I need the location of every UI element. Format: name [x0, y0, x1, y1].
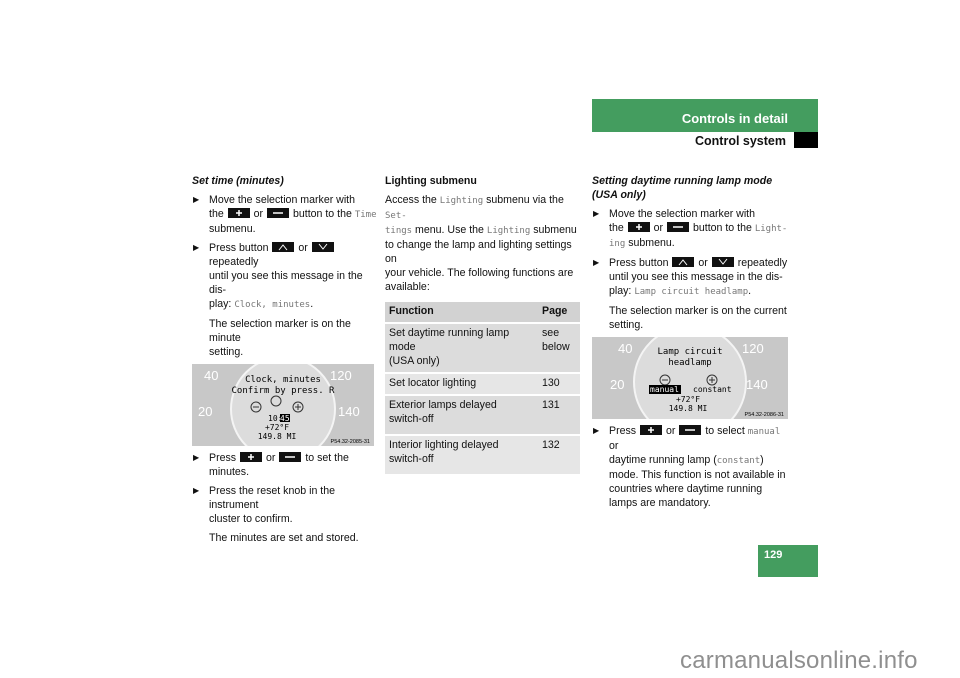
- section-tab-marker: [794, 132, 818, 148]
- svg-text:20: 20: [610, 377, 624, 392]
- svg-text:149.8 MI: 149.8 MI: [669, 404, 708, 413]
- svg-text:manual: manual: [650, 385, 679, 394]
- svg-text:Clock, minutes: Clock, minutes: [245, 375, 321, 385]
- svg-text:120: 120: [742, 341, 764, 356]
- table-header-row: Function Page: [385, 302, 580, 322]
- triangle-right-icon: ▶: [193, 195, 200, 204]
- svg-text:P54.32-2086-31: P54.32-2086-31: [745, 412, 784, 418]
- svg-text:+72°F: +72°F: [676, 395, 700, 404]
- section-title: Controls in detail: [681, 111, 788, 126]
- triangle-right-icon: ▶: [193, 243, 200, 252]
- page-number-box: 129: [758, 545, 818, 577]
- step-confirm: ▶ Press the reset knob in the instrument…: [193, 485, 336, 525]
- table-header: Function: [385, 302, 538, 322]
- svg-text:20: 20: [198, 404, 212, 419]
- display-image-clock-minutes: 40 20 120 140 Clock, minutes Confirm by …: [192, 364, 374, 446]
- step-press-button: ▶ Press button or repeatedly until you s…: [193, 242, 363, 310]
- step-select-mode: ▶ Press or to select manual or daytime r…: [593, 425, 786, 509]
- up-button-icon: [272, 242, 295, 252]
- step-move-marker: ▶ Move the selection marker with the or …: [593, 208, 788, 249]
- svg-text:Lamp circuit: Lamp circuit: [657, 347, 722, 357]
- heading-lighting-submenu: Lighting submenu: [385, 175, 477, 187]
- plus-button-icon: [227, 208, 250, 218]
- triangle-right-icon: ▶: [193, 453, 200, 462]
- down-button-icon: [711, 257, 734, 267]
- svg-text:140: 140: [746, 377, 768, 392]
- note-marker-current: The selection marker is on the current se…: [609, 305, 787, 331]
- page-number: 129: [764, 549, 783, 561]
- display-image-lamp-circuit: 40 20 120 140 Lamp circuit headlamp manu…: [592, 337, 788, 419]
- subsection-title: Control system: [695, 134, 786, 148]
- svg-text:+72°F: +72°F: [265, 423, 289, 432]
- watermark: carmanualsonline.info: [680, 647, 918, 674]
- svg-text:149.8 MI: 149.8 MI: [258, 432, 297, 441]
- minus-button-icon: [667, 222, 690, 232]
- triangle-right-icon: ▶: [593, 258, 600, 267]
- note-marker-minute: The selection marker is on the minute se…: [209, 318, 351, 358]
- column-right: Setting daytime running lamp mode (USA on…: [592, 174, 792, 515]
- svg-text:P54.32-2085-31: P54.32-2085-31: [331, 439, 370, 445]
- svg-text:40: 40: [618, 341, 632, 356]
- minus-button-icon: [679, 425, 702, 435]
- svg-text:40: 40: [204, 368, 218, 383]
- svg-text:headlamp: headlamp: [668, 358, 711, 368]
- svg-text:constant: constant: [693, 385, 732, 394]
- step-press-button: ▶ Press button or repeatedly until you s…: [593, 257, 788, 297]
- table-row: Exterior lamps delayed switch-off 131: [385, 396, 580, 434]
- column-left: Set time (minutes) ▶ Move the selection …: [192, 174, 378, 550]
- triangle-right-icon: ▶: [593, 426, 600, 435]
- lighting-functions-table: Function Page Set daytime running lamp m…: [385, 300, 580, 476]
- plus-button-icon: [640, 425, 663, 435]
- down-button-icon: [311, 242, 334, 252]
- step-set-minutes: ▶ Press or to set the minutes.: [193, 452, 349, 478]
- note-stored: The minutes are set and stored.: [209, 532, 359, 544]
- minus-button-icon: [267, 208, 290, 218]
- heading-set-time: Set time (minutes): [192, 175, 284, 187]
- plus-button-icon: [240, 452, 263, 462]
- column-middle: Lighting submenu Access the Lighting sub…: [385, 174, 583, 476]
- table-row: Set daytime running lamp mode (USA only) …: [385, 324, 580, 372]
- triangle-right-icon: ▶: [593, 209, 600, 218]
- heading-daytime-lamp: Setting daytime running lamp mode (USA on…: [592, 175, 773, 201]
- table-row: Interior lighting delayed switch-off 132: [385, 436, 580, 474]
- up-button-icon: [672, 257, 695, 267]
- minus-button-icon: [279, 452, 302, 462]
- lighting-intro: Access the Lighting submenu via the Set-…: [385, 194, 577, 293]
- svg-text:140: 140: [338, 404, 360, 419]
- svg-text:Confirm by press. R: Confirm by press. R: [232, 386, 336, 396]
- step-move-marker: ▶ Move the selection marker with the or …: [193, 194, 377, 235]
- svg-text:45: 45: [280, 414, 290, 423]
- table-row: Set locator lighting 130: [385, 374, 580, 394]
- section-header-bar: Controls in detail: [592, 99, 818, 132]
- plus-button-icon: [627, 222, 650, 232]
- table-header: Page: [538, 302, 580, 322]
- triangle-right-icon: ▶: [193, 486, 200, 495]
- svg-text:120: 120: [330, 368, 352, 383]
